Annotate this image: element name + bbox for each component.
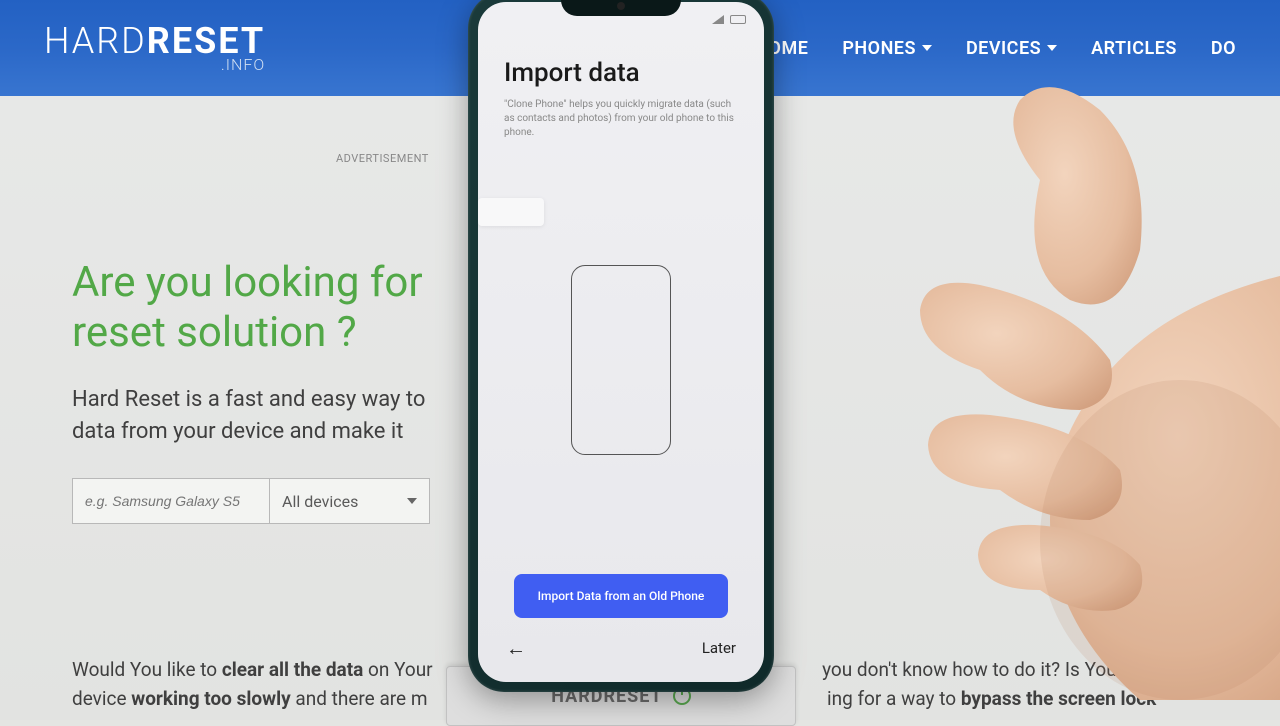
illustration-phone-outline xyxy=(571,265,671,455)
screen-content: Import data "Clone Phone" helps you quic… xyxy=(478,30,764,618)
illustration-card xyxy=(478,198,544,226)
advertisement-label: ADVERTISEMENT xyxy=(336,152,429,165)
bottom-bar: ← Later xyxy=(478,618,764,682)
chevron-down-icon xyxy=(407,498,417,504)
screen-title: Import data xyxy=(504,58,738,88)
nav-phones[interactable]: PHONES xyxy=(842,38,932,59)
site-logo[interactable]: HARDRESET .INFO xyxy=(44,23,265,73)
nav-more[interactable]: DO xyxy=(1211,38,1236,59)
import-illustration xyxy=(504,170,738,550)
search-row: All devices xyxy=(72,478,430,524)
nav-articles[interactable]: ARTICLES xyxy=(1091,38,1177,59)
page-headline: Are you looking for reset solution ? xyxy=(72,258,423,359)
phone-screen: Import data "Clone Phone" helps you quic… xyxy=(478,2,764,682)
back-arrow-icon[interactable]: ← xyxy=(506,636,526,661)
status-bar xyxy=(478,2,764,30)
signal-icon xyxy=(712,15,726,24)
battery-icon xyxy=(730,15,746,24)
chevron-down-icon xyxy=(922,45,932,51)
device-filter-select[interactable]: All devices xyxy=(270,478,430,524)
phone-device: Import data "Clone Phone" helps you quic… xyxy=(468,0,774,692)
page-subtext: Hard Reset is a fast and easy way to dat… xyxy=(72,384,425,448)
screen-description: "Clone Phone" helps you quickly migrate … xyxy=(504,98,738,140)
logo-text-light: HARD xyxy=(44,20,147,62)
search-input[interactable] xyxy=(72,478,270,524)
later-button[interactable]: Later xyxy=(702,639,736,657)
page-background: HARDRESET .INFO HOME PHONES DEVICES ARTI… xyxy=(0,0,1280,720)
main-nav: HOME PHONES DEVICES ARTICLES DO xyxy=(755,38,1236,59)
chevron-down-icon xyxy=(1047,45,1057,51)
hand-overlay xyxy=(850,60,1280,700)
nav-devices[interactable]: DEVICES xyxy=(966,38,1057,59)
import-data-button[interactable]: Import Data from an Old Phone xyxy=(514,574,728,618)
